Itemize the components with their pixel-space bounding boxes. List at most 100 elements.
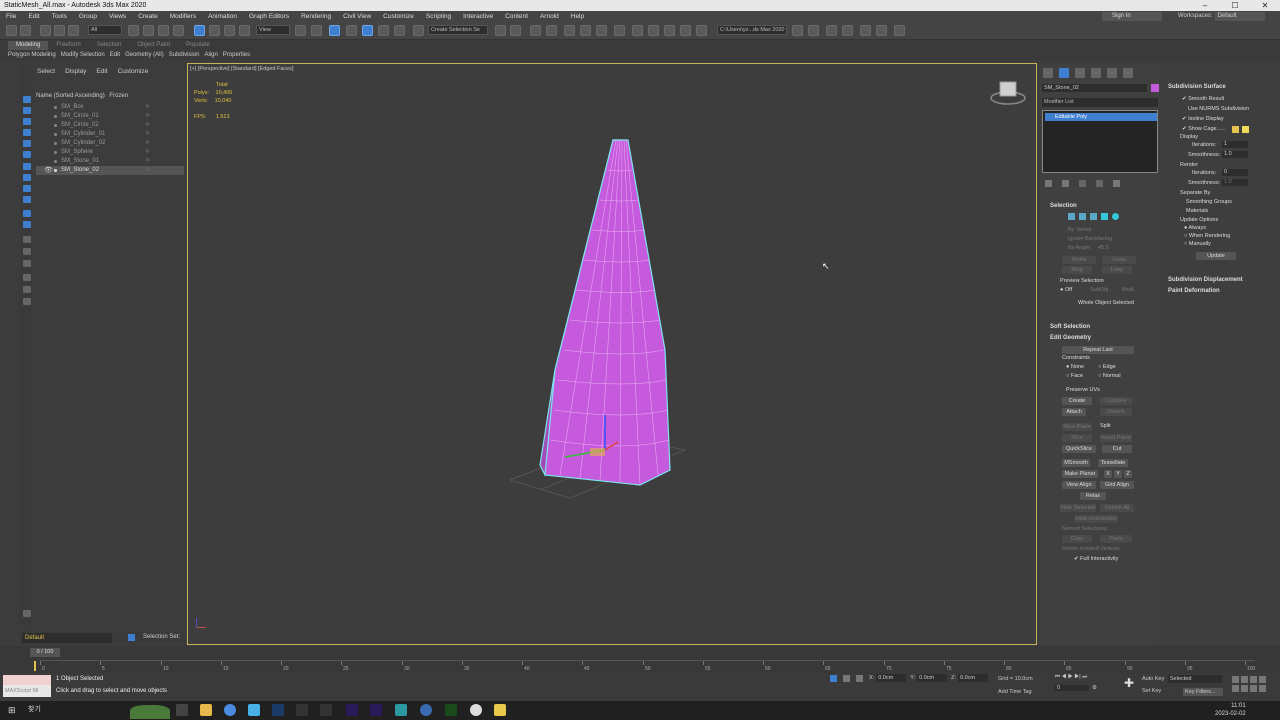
viewport-label[interactable]: [+] [Perspective] [Standard] [Edged Face… xyxy=(190,66,294,72)
scene-tab-edit[interactable]: Edit xyxy=(91,67,112,77)
taskbar-clock[interactable]: 11:01 2023-02-02 xyxy=(1215,702,1246,718)
sign-in-button[interactable]: Sign In xyxy=(1102,12,1162,21)
cage-color-swatch[interactable] xyxy=(1232,126,1239,133)
unity-icon[interactable] xyxy=(296,704,308,716)
file-explorer-icon[interactable] xyxy=(200,704,212,716)
percent-snap-icon[interactable] xyxy=(378,25,389,36)
keyboard-shortcut-override-icon[interactable] xyxy=(329,25,340,36)
ribbon-tab-freeform[interactable]: Freeform xyxy=(48,41,88,50)
previous-frame-icon[interactable]: ◀ xyxy=(1061,674,1066,680)
add-time-tag[interactable]: Add Time Tag xyxy=(998,689,1032,695)
menu-interactive[interactable]: Interactive xyxy=(457,11,499,22)
zoom-icon[interactable] xyxy=(1232,676,1239,683)
display-helpers-icon[interactable] xyxy=(23,151,31,158)
next-frame-icon[interactable]: ▶| xyxy=(1074,674,1080,680)
use-nurms-checkbox[interactable]: Use NURMS Subdivision xyxy=(1188,106,1249,112)
configure-sets-icon[interactable] xyxy=(1113,180,1120,187)
edge-icon[interactable] xyxy=(1079,213,1086,220)
ribbon-tab-populate[interactable]: Populate xyxy=(178,41,218,50)
hide-selected-button[interactable]: Hide Selected xyxy=(1060,504,1096,512)
select-place-icon[interactable] xyxy=(239,25,250,36)
play-icon[interactable]: ▶ xyxy=(1068,674,1073,680)
planar-x-button[interactable]: X xyxy=(1104,470,1112,478)
app-icon[interactable] xyxy=(320,704,332,716)
menu-civil-view[interactable]: Civil View xyxy=(337,11,377,22)
snowflake-icon[interactable]: ❄ xyxy=(145,148,150,157)
display-bones-icon[interactable] xyxy=(23,196,31,203)
pin-stack-icon[interactable] xyxy=(1045,180,1052,187)
selection-set-label[interactable]: Selection Set: xyxy=(143,634,180,640)
snowflake-icon[interactable]: ❄ xyxy=(145,112,150,121)
maxscript-mini-listener[interactable]: MAXScript Mi xyxy=(3,685,51,697)
ignore-backfacing-checkbox[interactable]: Ignore Backfacing xyxy=(1068,236,1112,242)
menu-arnold[interactable]: Arnold xyxy=(534,11,565,22)
update-button[interactable]: Update xyxy=(1196,252,1236,260)
pivot-center-icon[interactable] xyxy=(295,25,306,36)
ribbon-subdivision[interactable]: Subdivision xyxy=(169,51,205,59)
orbit-icon[interactable] xyxy=(1250,685,1257,692)
menu-create[interactable]: Create xyxy=(132,11,164,22)
scene-tab-customize[interactable]: Customize xyxy=(113,67,154,77)
set-key-button[interactable]: Set Key xyxy=(1142,688,1161,694)
ribbon-align[interactable]: Align xyxy=(204,51,222,59)
link-icon[interactable] xyxy=(40,25,51,36)
chrome-icon[interactable] xyxy=(224,704,236,716)
current-frame-field[interactable]: 0 xyxy=(1055,685,1089,691)
undo-icon[interactable] xyxy=(6,25,17,36)
ribbon-polygon-modeling[interactable]: Polygon Modeling xyxy=(8,51,61,59)
key-mode-dropdown[interactable]: Selected xyxy=(1168,675,1222,683)
list-item[interactable]: SM_Cylinder_02 ❄ xyxy=(36,139,184,148)
create-button[interactable]: Create xyxy=(1062,397,1092,405)
viewcube-icon[interactable] xyxy=(990,80,1026,106)
absolute-mode-icon[interactable] xyxy=(856,674,863,682)
display-tab-icon[interactable] xyxy=(1107,68,1117,78)
collapse-button[interactable]: Collapse xyxy=(1100,397,1132,405)
repeat-last-button[interactable]: Repeat Last xyxy=(1062,346,1134,354)
rectangle-selection-icon[interactable] xyxy=(158,25,169,36)
motion-tab-icon[interactable] xyxy=(1091,68,1101,78)
sync-selection-icon[interactable] xyxy=(23,260,31,267)
task-view-icon[interactable] xyxy=(176,704,188,716)
named-selection-dropdown[interactable]: Create Selection Se xyxy=(428,25,488,35)
reset-plane-button[interactable]: Reset Plane xyxy=(1100,434,1132,442)
display-groups-icon[interactable] xyxy=(23,174,31,181)
object-color-swatch[interactable] xyxy=(1151,84,1159,92)
taskbar-widget-icon[interactable] xyxy=(130,705,170,719)
utilities-tab-icon[interactable] xyxy=(1123,68,1133,78)
snowflake-icon[interactable]: ❄ xyxy=(145,130,150,139)
preserve-uvs-checkbox[interactable]: Preserve UVs xyxy=(1066,387,1100,393)
relax-button[interactable]: Relax xyxy=(1080,492,1106,500)
list-item[interactable]: SM_Stone_01 ❄ xyxy=(36,157,184,166)
display-frozen-icon[interactable] xyxy=(23,221,31,228)
menu-customize[interactable]: Customize xyxy=(377,11,420,22)
subdivision-surface-rollout-title[interactable]: Subdivision Surface xyxy=(1168,84,1226,90)
arnold-view-icon[interactable] xyxy=(842,25,853,36)
element-icon[interactable] xyxy=(1112,213,1119,220)
snowflake-icon[interactable]: ❄ xyxy=(145,166,150,175)
make-unique-icon[interactable] xyxy=(1079,180,1086,187)
close-button[interactable]: ✕ xyxy=(1250,0,1280,11)
select-rotate-icon[interactable] xyxy=(209,25,220,36)
selection-rollout-title[interactable]: Selection xyxy=(1050,203,1077,209)
z-field[interactable]: 0.0cm xyxy=(958,674,988,682)
menu-file[interactable]: File xyxy=(0,11,22,22)
3dsmax-icon[interactable] xyxy=(395,704,407,716)
modifier-list-dropdown[interactable]: Modifier List xyxy=(1042,98,1158,107)
list-item[interactable]: SM_Circle_01 ❄ xyxy=(36,112,184,121)
make-planar-button[interactable]: Make Planar xyxy=(1062,470,1098,478)
scene-converter-icon[interactable] xyxy=(894,25,905,36)
soft-selection-rollout-title[interactable]: Soft Selection xyxy=(1050,324,1090,330)
show-end-result-icon[interactable] xyxy=(1062,180,1069,187)
list-item[interactable]: SM_Box ❄ xyxy=(36,103,184,112)
premiere-icon[interactable] xyxy=(370,704,382,716)
column-name[interactable]: Name (Sorted Ascending) xyxy=(36,93,105,99)
isolate-selection-icon[interactable] xyxy=(830,674,837,682)
display-xrefs-icon[interactable] xyxy=(23,185,31,192)
key-filters-button[interactable]: Key Filters... xyxy=(1183,688,1223,696)
scene-tab-display[interactable]: Display xyxy=(60,67,91,77)
workspaces-selector[interactable]: Workspaces: Default xyxy=(1178,12,1265,21)
cage-selected-color-swatch[interactable] xyxy=(1242,126,1249,133)
workspace-value[interactable]: Default xyxy=(1214,12,1265,21)
ribbon-tab-selection[interactable]: Selection xyxy=(89,41,130,50)
grid-icon[interactable] xyxy=(876,25,887,36)
